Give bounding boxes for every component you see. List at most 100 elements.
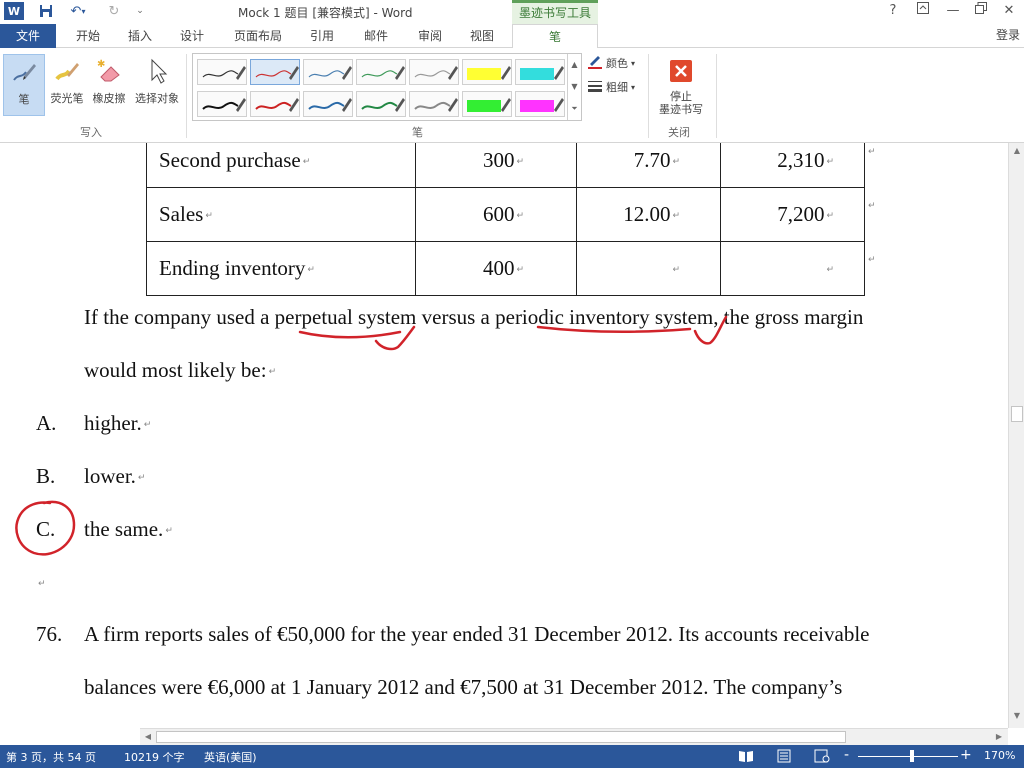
- undo-icon[interactable]: ↶ ▾: [64, 2, 92, 20]
- stop-inking-label-line2: 墨迹书写: [659, 103, 703, 116]
- read-mode-icon[interactable]: [738, 749, 754, 763]
- table-cell: 7.70: [633, 148, 671, 172]
- zoom-slider-thumb[interactable]: [910, 750, 914, 762]
- pen-style-swatch[interactable]: [303, 59, 353, 85]
- language-indicator[interactable]: 英语(美国): [204, 749, 257, 765]
- pen-stroke-icon: [202, 66, 246, 80]
- pen-stroke-icon: [308, 98, 352, 112]
- customize-qat-icon[interactable]: ⌄: [130, 2, 150, 20]
- eraser-icon: ✱: [94, 56, 124, 86]
- table-cell: Second purchase: [159, 148, 301, 172]
- tab-mailings[interactable]: 邮件: [364, 24, 388, 48]
- title-bar: W ↶ ▾ ↻ ⌄ Mock 1 题目 [兼容模式] - Word 墨迹书写工具 …: [0, 0, 1024, 24]
- pen-style-swatch[interactable]: [409, 91, 459, 117]
- dropdown-arrow-icon: ▾: [631, 82, 636, 92]
- ribbon: 笔 荧光笔 ✱ 橡皮擦 选择对象 写入 ▲ ▼ ⏷ 颜色 ▾ 粗细 ▾ 笔 停止…: [0, 48, 1024, 143]
- restore-icon[interactable]: [970, 2, 992, 20]
- table-cell: Ending inventory: [159, 256, 306, 280]
- page-count[interactable]: 第 3 页，共 54 页: [6, 749, 96, 765]
- vertical-scroll-thumb[interactable]: [1011, 406, 1023, 422]
- pens-group-label: 笔: [412, 126, 423, 139]
- table-row: Ending inventory ↵ 400 ↵ ↵ ↵: [146, 241, 865, 296]
- table-row: Sales ↵ 600 ↵ 12.00 ↵ 7,200 ↵: [146, 187, 865, 242]
- window-title: Mock 1 题目 [兼容模式] - Word: [238, 6, 413, 20]
- redo-icon[interactable]: ↻: [104, 2, 124, 20]
- print-layout-icon[interactable]: [776, 749, 792, 763]
- tab-pen[interactable]: 笔: [512, 24, 598, 49]
- close-button[interactable]: ✕: [998, 2, 1020, 20]
- save-icon[interactable]: [36, 2, 56, 20]
- minimize-button[interactable]: —: [942, 2, 964, 20]
- zoom-level[interactable]: 170%: [984, 749, 1015, 762]
- highlighter-stroke-icon: [520, 66, 564, 80]
- pen-button-label: 笔: [18, 93, 30, 106]
- pen-button[interactable]: 笔: [3, 54, 45, 116]
- zoom-slider[interactable]: [858, 756, 958, 757]
- pen-style-swatch[interactable]: [515, 59, 565, 85]
- tab-insert[interactable]: 插入: [128, 24, 152, 48]
- table-cell: 2,310: [777, 148, 825, 172]
- ribbon-tabs: 文件 开始 插入 设计 页面布局 引用 邮件 审阅 视图 笔 登录: [0, 24, 1024, 49]
- question-text-line2: would most likely be: ↵: [84, 358, 277, 382]
- ink-underline-perpetual: [298, 330, 402, 339]
- highlighter-button[interactable]: 荧光笔: [46, 54, 88, 116]
- pen-color-icon: [587, 55, 603, 72]
- tab-review[interactable]: 审阅: [418, 24, 442, 48]
- sign-in-link[interactable]: 登录: [996, 24, 1020, 46]
- select-objects-button-label: 选择对象: [135, 92, 179, 105]
- pen-style-swatch[interactable]: [515, 91, 565, 117]
- scroll-left-icon[interactable]: ◀: [141, 730, 155, 744]
- option-c-letter: C.: [36, 517, 56, 541]
- help-button[interactable]: ?: [882, 2, 904, 20]
- question-76-number: 76.: [36, 622, 63, 646]
- gallery-scroll-down-icon[interactable]: ▼: [567, 76, 581, 98]
- select-objects-button[interactable]: 选择对象: [132, 54, 182, 116]
- pen-style-swatch[interactable]: [409, 59, 459, 85]
- pen-style-swatch[interactable]: [356, 91, 406, 117]
- tab-page-layout[interactable]: 页面布局: [234, 24, 282, 48]
- row-end-mark: ↵: [868, 201, 876, 211]
- row-end-mark: ↵: [868, 147, 876, 157]
- pen-style-swatch[interactable]: [197, 59, 247, 85]
- zoom-out-button[interactable]: -: [844, 747, 849, 763]
- highlighter-button-label: 荧光笔: [50, 92, 84, 105]
- vertical-scrollbar[interactable]: ▲ ▼: [1008, 143, 1024, 728]
- zoom-in-button[interactable]: +: [960, 747, 972, 763]
- word-count[interactable]: 10219 个字: [124, 749, 185, 765]
- horizontal-scroll-thumb[interactable]: [156, 731, 846, 743]
- web-layout-icon[interactable]: [814, 749, 830, 763]
- pen-style-swatch[interactable]: [250, 91, 300, 117]
- scroll-right-icon[interactable]: ▶: [992, 730, 1006, 744]
- highlighter-stroke-icon: [467, 98, 511, 112]
- pen-color-button[interactable]: 颜色 ▾: [587, 54, 635, 72]
- tab-design[interactable]: 设计: [180, 24, 204, 48]
- gallery-scroll-up-icon[interactable]: ▲: [567, 54, 581, 76]
- gallery-more-icon[interactable]: ⏷: [567, 98, 581, 120]
- tab-view[interactable]: 视图: [470, 24, 494, 48]
- highlighter-stroke-icon: [520, 98, 564, 112]
- tab-home[interactable]: 开始: [76, 24, 100, 48]
- horizontal-scrollbar[interactable]: ◀ ▶: [140, 728, 1008, 745]
- tab-references[interactable]: 引用: [310, 24, 334, 48]
- pen-style-swatch[interactable]: [303, 91, 353, 117]
- pen-style-swatch[interactable]: [462, 91, 512, 117]
- pen-style-swatch[interactable]: [197, 91, 247, 117]
- line-thickness-icon: [587, 79, 603, 96]
- pen-stroke-icon: [202, 98, 246, 112]
- eraser-button[interactable]: ✱ 橡皮擦: [88, 54, 130, 116]
- document-page[interactable]: Second purchase ↵ 300 ↵ 7.70 ↵ 2,310 ↵ Sales…: [0, 143, 1008, 728]
- tab-file[interactable]: 文件: [0, 24, 56, 48]
- stop-inking-label-line1: 停止: [670, 90, 692, 103]
- dropdown-arrow-icon: ▾: [631, 58, 636, 68]
- pen-thickness-button[interactable]: 粗细 ▾: [587, 78, 635, 96]
- pen-style-swatch[interactable]: [462, 59, 512, 85]
- pen-thickness-label: 粗细: [606, 81, 628, 94]
- stop-inking-button[interactable]: 停止 墨迹书写: [654, 54, 708, 120]
- scroll-up-icon[interactable]: ▲: [1011, 146, 1023, 160]
- ribbon-display-options-icon[interactable]: [912, 2, 934, 20]
- pen-style-swatch[interactable]: [250, 59, 300, 85]
- pen-style-swatch[interactable]: [356, 59, 406, 85]
- pen-style-gallery[interactable]: ▲ ▼ ⏷: [192, 53, 582, 121]
- scroll-down-icon[interactable]: ▼: [1011, 711, 1023, 725]
- question-76-line2: balances were €6,000 at 1 January 2012 a…: [84, 675, 843, 699]
